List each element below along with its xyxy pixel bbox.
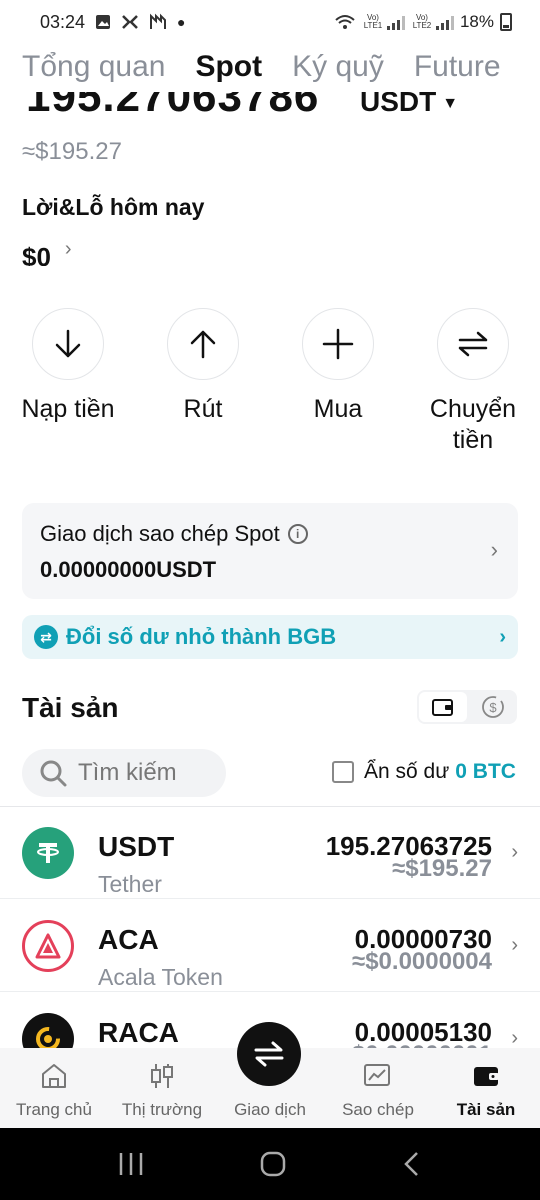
hide-small-balance-toggle[interactable]: Ẩn số dư 0 BTC xyxy=(332,760,516,784)
asset-usd-value: ≈$195.27 xyxy=(392,855,492,882)
app-notification-icon xyxy=(122,15,138,29)
hide-small-label: Ẩn số dư xyxy=(364,760,450,783)
back-icon[interactable] xyxy=(400,1150,424,1178)
copy-trading-title: Giao dịch sao chép Spot xyxy=(40,521,280,546)
system-navigation-bar xyxy=(0,1128,540,1200)
wallet-icon xyxy=(432,699,453,716)
deposit-button[interactable]: Nạp tiền xyxy=(0,308,138,425)
trade-fab-button[interactable] xyxy=(237,1022,301,1086)
wifi-icon xyxy=(335,15,355,29)
chevron-right-icon: › xyxy=(64,238,72,260)
total-balance: 195.27063786 USDT ▼ xyxy=(20,92,520,120)
pnl-label: Lời&Lỗ hôm nay xyxy=(22,194,205,220)
nav-markets[interactable]: Thị trường xyxy=(108,1048,216,1128)
currency-selector[interactable]: USDT ▼ xyxy=(360,92,458,118)
nav-assets[interactable]: Tài sản xyxy=(432,1048,540,1128)
app-logo-icon xyxy=(150,13,167,29)
asset-name: Acala Token xyxy=(98,964,223,990)
asset-row-aca[interactable]: ACA Acala Token 0.00000730 ≈$0.0000004 › xyxy=(0,900,540,992)
arrow-up-icon xyxy=(167,308,239,380)
currency-cycle-icon: $ xyxy=(482,696,504,718)
svg-text:$: $ xyxy=(489,700,497,715)
nav-home[interactable]: Trang chủ xyxy=(0,1048,108,1128)
assets-title: Tài sản xyxy=(22,692,119,723)
hide-small-threshold: 0 BTC xyxy=(455,760,516,783)
chevron-right-icon: › xyxy=(511,841,518,863)
currency-view-button[interactable]: $ xyxy=(469,690,517,724)
balance-amount: 195.27063786 xyxy=(26,92,320,120)
wallet-icon xyxy=(471,1058,501,1094)
asset-symbol: ACA xyxy=(98,924,159,955)
chevron-right-icon: › xyxy=(511,934,518,956)
home-icon xyxy=(39,1058,69,1094)
aca-logo-icon xyxy=(22,920,74,972)
asset-symbol: RACA xyxy=(98,1017,179,1048)
transfer-icon xyxy=(437,308,509,380)
copy-trading-value: 0.00000000USDT xyxy=(40,557,217,582)
battery-percent: 18% xyxy=(459,12,494,31)
quick-actions: Nạp tiền Rút Mua Chuyển tiền xyxy=(0,308,540,468)
chevron-right-icon: › xyxy=(511,1027,518,1049)
asset-name: Tether xyxy=(98,871,162,897)
buy-button[interactable]: Mua xyxy=(268,308,408,425)
search-input[interactable] xyxy=(78,759,208,787)
sim2-label: Vo) LTE2 xyxy=(412,13,432,30)
withdraw-label: Rút xyxy=(183,395,223,423)
chevron-right-icon: › xyxy=(490,537,498,562)
convert-icon: ⇄ xyxy=(34,625,58,649)
tab-overview[interactable]: Tổng quan xyxy=(22,50,165,94)
status-bar: 03:24 ● Vo) LTE1 Vo) LTE2 18% xyxy=(0,0,540,44)
sim1-label: Vo) LTE1 xyxy=(363,13,383,30)
signal-icon xyxy=(435,16,454,30)
nav-copy-label: Sao chép xyxy=(342,1100,414,1119)
withdraw-button[interactable]: Rút xyxy=(133,308,273,425)
candlestick-icon xyxy=(147,1058,177,1094)
tab-spot[interactable]: Spot xyxy=(195,50,262,94)
battery-icon xyxy=(500,13,512,31)
arrow-down-icon xyxy=(32,308,104,380)
status-time: 03:24 xyxy=(40,11,86,32)
tab-futures[interactable]: Future xyxy=(414,50,501,94)
nav-markets-label: Thị trường xyxy=(121,1100,203,1119)
transfer-label: Chuyển tiền xyxy=(429,395,517,454)
nav-trade-label: Giao dịch xyxy=(234,1100,306,1119)
chart-copy-icon xyxy=(362,1058,394,1094)
gallery-icon xyxy=(96,15,111,29)
asset-view-toggle: $ xyxy=(417,690,517,724)
home-button-icon[interactable] xyxy=(259,1150,287,1178)
nav-copy[interactable]: Sao chép xyxy=(324,1048,432,1128)
account-tabs: Tổng quan Spot Ký quỹ Future xyxy=(22,50,540,94)
pnl-row[interactable]: $0 › xyxy=(22,236,72,266)
convert-small-balance-banner[interactable]: ⇄ Đổi số dư nhỏ thành BGB › xyxy=(22,615,518,659)
caret-down-icon: ▼ xyxy=(442,94,459,112)
recent-apps-icon[interactable] xyxy=(116,1151,146,1177)
asset-symbol: USDT xyxy=(98,831,175,862)
spot-copy-trading-card[interactable]: Giao dịch sao chép Spot i 0.00000000USDT… xyxy=(22,503,518,599)
search-icon xyxy=(40,760,67,787)
chevron-right-icon: › xyxy=(499,625,506,648)
pnl-value: $0 xyxy=(22,242,51,266)
usdt-logo-icon xyxy=(22,827,74,879)
plus-icon xyxy=(302,308,374,380)
sim2-indicator: Vo) LTE2 xyxy=(411,14,454,30)
nav-assets-label: Tài sản xyxy=(456,1100,516,1119)
wallet-view-button[interactable] xyxy=(419,692,467,722)
balance-usd: ≈$195.27 xyxy=(22,138,122,165)
convert-label: Đổi số dư nhỏ thành BGB xyxy=(66,624,337,649)
buy-label: Mua xyxy=(313,395,363,423)
asset-row-usdt[interactable]: USDT Tether 195.27063725 ≈$195.27 › xyxy=(0,807,540,899)
asset-search[interactable] xyxy=(22,749,226,797)
nav-home-label: Trang chủ xyxy=(16,1100,92,1119)
sim1-indicator: Vo) LTE1 xyxy=(362,14,405,30)
notification-dot: ● xyxy=(177,14,186,30)
swap-icon xyxy=(254,1041,284,1067)
hide-small-checkbox[interactable] xyxy=(332,761,354,783)
asset-usd-value: ≈$0.0000004 xyxy=(352,948,492,975)
transfer-button[interactable]: Chuyển tiền xyxy=(403,308,540,456)
info-icon[interactable]: i xyxy=(287,524,308,544)
deposit-label: Nạp tiền xyxy=(21,395,115,423)
signal-icon xyxy=(386,16,405,30)
balance-unit: USDT xyxy=(360,92,437,117)
tab-margin[interactable]: Ký quỹ xyxy=(292,50,384,94)
